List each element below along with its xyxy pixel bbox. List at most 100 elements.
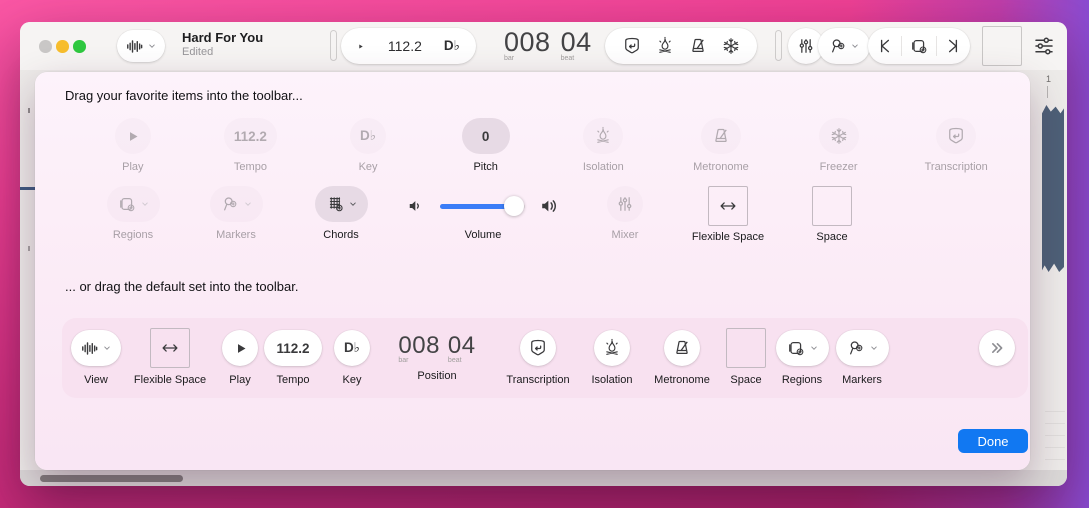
item-label: Isolation [592,374,633,386]
customize-toolbar-icon[interactable] [1032,34,1056,58]
close-window-button[interactable] [39,40,52,53]
volume-knob[interactable] [504,196,524,216]
volume-slider[interactable] [440,196,525,216]
key-value: D♭ [344,340,360,356]
transcription-icon[interactable] [622,36,642,56]
transcription-icon [936,118,976,154]
play-icon [233,341,248,356]
item-label: Isolation [583,161,624,173]
ruler-tick [28,108,30,113]
palette-item-flexible-space[interactable]: Flexible Space [673,186,783,243]
isolation-icon[interactable] [655,36,675,56]
palette-item-pitch[interactable]: 0 Pitch [427,118,545,173]
done-button[interactable]: Done [958,429,1028,453]
sheet-instruction-top: Drag your favorite items into the toolba… [65,88,303,103]
freezer-icon [819,118,859,154]
palette-item-transcription[interactable]: Transcription [897,118,1015,173]
ruler-tick [1047,86,1049,98]
metronome-icon[interactable] [688,36,708,56]
palette-item-space[interactable]: Space [777,186,887,243]
palette-item-tempo[interactable]: 112.2 Tempo [192,118,310,173]
view-menu-button[interactable] [117,30,165,62]
tempo-value: 112.2 [276,341,309,356]
previous-region-icon [876,37,894,55]
next-region-icon [944,37,962,55]
zoom-window-button[interactable] [73,40,86,53]
sheet-instruction-bottom: ... or drag the default set into the too… [65,279,298,294]
tempo-value[interactable]: 112.2 [388,38,422,54]
item-label: Tempo [234,161,267,173]
freezer-icon[interactable] [721,36,741,56]
item-label: Mixer [612,229,639,241]
tempo-value: 112.2 [234,129,267,144]
item-label: Transcription [925,161,988,173]
chevron-down-icon [243,199,253,209]
markers-button[interactable] [818,28,870,64]
palette-item-volume[interactable]: Volume [373,186,593,241]
item-label: Freezer [820,161,858,173]
position-display[interactable]: 008 bar 04 beat [504,28,592,62]
space-icon [812,186,852,226]
palette-item-play[interactable]: Play [74,118,192,173]
item-label: Pitch [473,161,497,173]
item-label: Chords [323,229,358,241]
palette-item-isolation[interactable]: Isolation [545,118,663,173]
item-label: Metronome [693,161,749,173]
item-label: View [84,374,108,386]
play-icon [115,118,151,154]
palette-item-mixer[interactable]: Mixer [570,186,680,241]
chords-icon [315,186,368,222]
palette-item-key[interactable]: D♭ Key [309,118,427,173]
toolbar-space-item [982,26,1022,66]
default-item-markers[interactable]: Markers [817,328,907,386]
view-pill [71,330,121,366]
chevron-down-icon [102,343,112,353]
region-navigation-pill [868,28,970,64]
horizontal-scrollbar-track[interactable] [20,470,1067,486]
audio-waveform [1042,105,1064,272]
background-lines [1045,400,1065,466]
isolation-icon [602,338,622,358]
position-bar-value: 008 [398,333,440,358]
metronome-pill [664,330,700,366]
next-region-button[interactable] [937,28,970,64]
mixer-icon [796,36,816,56]
transport-pill: 112.2 D♭ [341,28,476,64]
item-label: Position [417,370,456,382]
waveform-icon [80,339,99,358]
regions-icon [107,186,160,222]
default-set-band[interactable]: View Flexible Space Play 112.2 Tempo D♭ … [62,318,1028,398]
transcription-pill [520,330,556,366]
palette-item-freezer[interactable]: Freezer [780,118,898,173]
play-icon[interactable] [357,39,364,54]
palette-item-markers[interactable]: Markers [181,186,291,241]
item-label: Markers [216,229,256,241]
item-label: Tempo [276,374,309,386]
key-value[interactable]: D♭ [444,38,460,54]
chevron-down-icon [348,199,358,209]
default-set-overflow-button[interactable] [952,328,1042,368]
chevron-down-icon [140,199,150,209]
chevron-down-icon [869,343,879,353]
marker-icon [846,338,866,358]
position-beat-value: 04 [561,28,592,56]
ruler-number: 1 [1046,74,1051,84]
toolbar-space-divider [330,30,337,61]
flexible-space-icon [708,186,748,226]
speaker-high-icon [539,195,561,217]
transcription-icon [528,338,548,358]
speaker-low-icon [406,196,426,216]
horizontal-scrollbar-thumb[interactable] [40,475,183,482]
regions-icon [786,338,806,358]
minimize-window-button[interactable] [56,40,69,53]
palette-item-regions[interactable]: Regions [78,186,188,241]
palette-item-metronome[interactable]: Metronome [662,118,780,173]
previous-region-button[interactable] [868,28,901,64]
window-title-group: Hard For You Edited [182,29,263,59]
default-item-position[interactable]: 008 bar 04 beat Position [382,328,492,382]
item-label: Play [122,161,143,173]
window-title: Hard For You [182,29,263,46]
chevron-down-icon [850,41,860,51]
regions-button[interactable] [902,28,935,64]
double-chevron-right-icon [987,338,1007,358]
